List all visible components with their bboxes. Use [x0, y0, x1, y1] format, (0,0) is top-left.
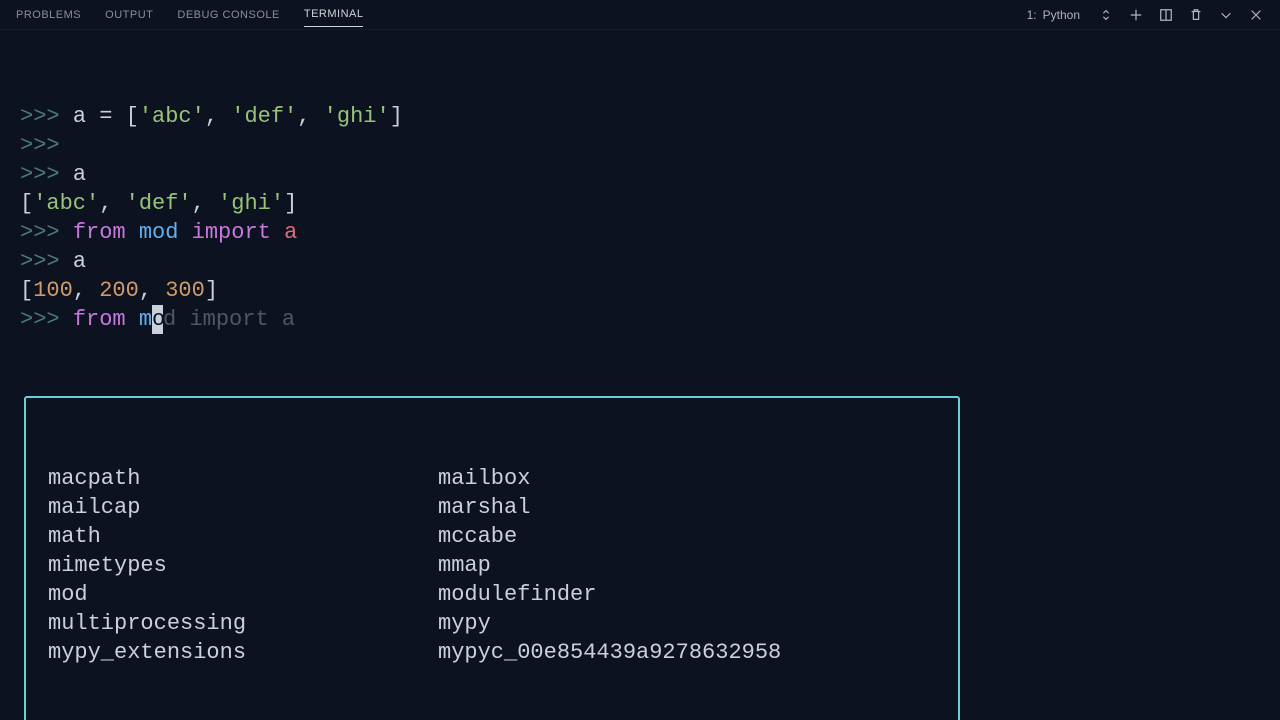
code-token: ]: [284, 191, 297, 216]
code-token: a: [73, 249, 86, 274]
split-icon[interactable]: [1158, 7, 1174, 23]
code-token: 300: [165, 278, 205, 303]
code-token: 200: [99, 278, 139, 303]
code-token: a: [73, 162, 86, 187]
terminal-process-name: Python: [1043, 8, 1080, 22]
terminal-line: [100, 200, 300]: [20, 276, 1260, 305]
autocomplete-item[interactable]: macpath: [48, 464, 428, 493]
terminal-cursor: o: [152, 305, 163, 334]
code-token: ,: [297, 104, 323, 129]
autocomplete-item[interactable]: mypy_extensions: [48, 638, 428, 667]
autocomplete-item[interactable]: mccabe: [438, 522, 936, 551]
panel-tab-bar: PROBLEMS OUTPUT DEBUG CONSOLE TERMINAL 1…: [0, 0, 1280, 30]
code-token: ,: [99, 191, 125, 216]
code-token: ]: [205, 278, 218, 303]
code-token: a: [282, 307, 295, 332]
code-token: m: [139, 307, 152, 332]
code-token: 'abc': [33, 191, 99, 216]
autocomplete-item[interactable]: mailcap: [48, 493, 428, 522]
code-token: ,: [139, 278, 165, 303]
prompt: >>>: [20, 249, 73, 274]
code-token: [: [112, 104, 138, 129]
code-token: a: [73, 104, 86, 129]
code-token: [: [20, 278, 33, 303]
tab-problems[interactable]: PROBLEMS: [16, 3, 81, 27]
code-token: 'ghi': [324, 104, 390, 129]
tab-terminal[interactable]: TERMINAL: [304, 2, 364, 27]
terminal-line: ['abc', 'def', 'ghi']: [20, 189, 1260, 218]
terminal-line: >>> a = ['abc', 'def', 'ghi']: [20, 102, 1260, 131]
prompt: >>>: [20, 162, 73, 187]
terminal-line: >>> from mod import a: [20, 218, 1260, 247]
autocomplete-item[interactable]: marshal: [438, 493, 936, 522]
code-token: 100: [33, 278, 73, 303]
autocomplete-item[interactable]: multiprocessing: [48, 609, 428, 638]
prompt: >>>: [20, 133, 73, 158]
prompt: >>>: [20, 220, 73, 245]
code-token: from: [73, 307, 126, 332]
code-token: ,: [205, 104, 231, 129]
autocomplete-item[interactable]: mmap: [438, 551, 936, 580]
panel-toolbar: 1: Python: [1027, 7, 1264, 23]
terminal-body[interactable]: >>> a = ['abc', 'def', 'ghi']>>> >>> a['…: [0, 30, 1280, 720]
terminal-process-selector[interactable]: 1: Python: [1027, 8, 1080, 22]
tab-debug-console[interactable]: DEBUG CONSOLE: [177, 3, 279, 27]
code-token: [126, 307, 139, 332]
code-token: 'def': [231, 104, 297, 129]
code-token: ,: [192, 191, 218, 216]
terminal-line: >>>: [20, 131, 1260, 160]
autocomplete-item[interactable]: mod: [48, 580, 428, 609]
code-token: 'ghi': [218, 191, 284, 216]
code-token: import: [192, 220, 271, 245]
autocomplete-item[interactable]: math: [48, 522, 428, 551]
autocomplete-item[interactable]: mailbox: [438, 464, 936, 493]
code-token: ,: [73, 278, 99, 303]
code-token: a: [284, 220, 297, 245]
tab-output[interactable]: OUTPUT: [105, 3, 153, 27]
code-token: [271, 220, 284, 245]
terminal-current-line[interactable]: >>> from mod import a: [20, 305, 1260, 334]
autocomplete-popup: macpath mailbox mailcap marshal math mccabe mi…: [24, 396, 960, 720]
prompt: >>>: [20, 104, 73, 129]
terminal-process-index: 1:: [1027, 8, 1037, 22]
terminal-line: >>> a: [20, 160, 1260, 189]
code-token: import: [189, 307, 268, 332]
updown-icon[interactable]: [1098, 7, 1114, 23]
code-token: ]: [390, 104, 403, 129]
code-token: 'abc': [139, 104, 205, 129]
plus-icon[interactable]: [1128, 7, 1144, 23]
code-token: d: [163, 307, 176, 332]
trash-icon[interactable]: [1188, 7, 1204, 23]
code-token: mod: [139, 220, 179, 245]
terminal-line: >>> a: [20, 247, 1260, 276]
code-token: [86, 104, 99, 129]
close-icon[interactable]: [1248, 7, 1264, 23]
autocomplete-item[interactable]: mypyc_00e854439a9278632958: [438, 638, 936, 667]
code-token: [126, 220, 139, 245]
code-token: [176, 307, 189, 332]
autocomplete-item[interactable]: mypy: [438, 609, 936, 638]
code-token: [: [20, 191, 33, 216]
chevron-down-icon[interactable]: [1218, 7, 1234, 23]
autocomplete-item[interactable]: modulefinder: [438, 580, 936, 609]
code-token: =: [99, 104, 112, 129]
code-token: from: [73, 220, 126, 245]
code-token: 'def': [126, 191, 192, 216]
code-token: [178, 220, 191, 245]
autocomplete-item[interactable]: mimetypes: [48, 551, 428, 580]
prompt: >>>: [20, 307, 73, 332]
code-token: [269, 307, 282, 332]
